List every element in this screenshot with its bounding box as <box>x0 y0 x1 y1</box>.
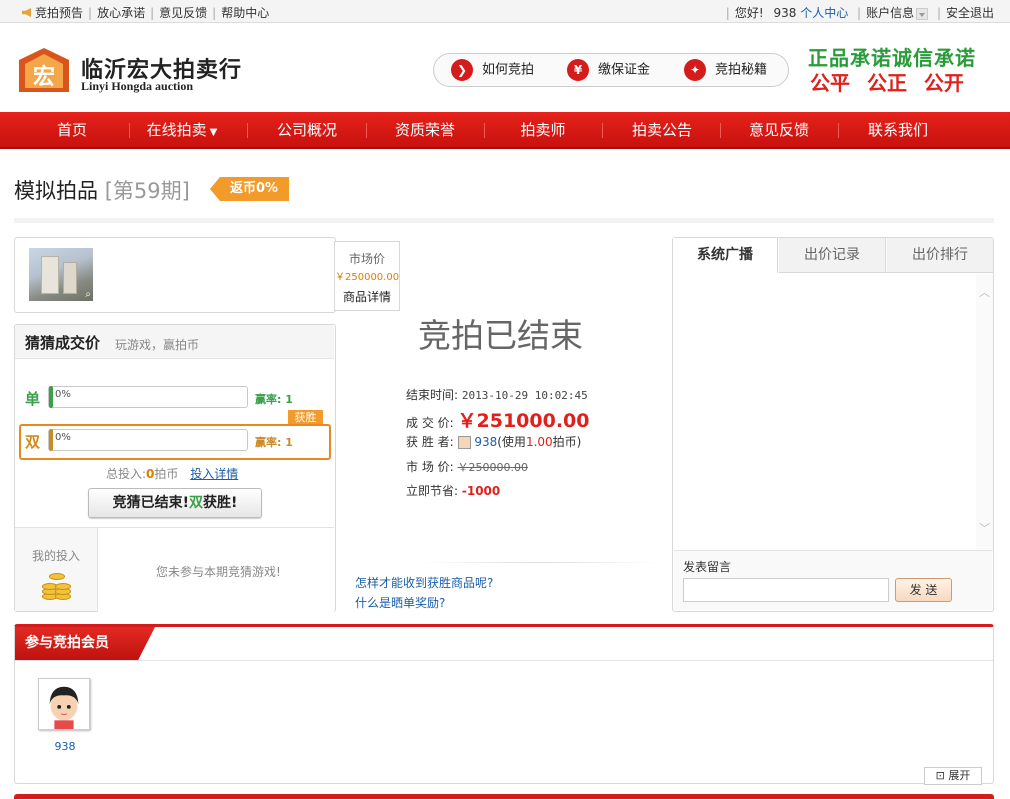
market-price-label: 市场价 <box>348 252 385 266</box>
double-rate: 赢率: 1 <box>255 436 293 449</box>
winner-avatar <box>457 436 471 449</box>
rebate-tag: 返币0% <box>210 177 289 201</box>
market-price-card: 市场价 ￥250000.00 商品详情 <box>334 241 400 311</box>
feedback-link[interactable]: 意见反馈 <box>159 6 207 20</box>
scrollbar[interactable]: ︿ ﹀ <box>976 274 993 550</box>
chevron-down-icon[interactable] <box>916 7 929 20</box>
logo-subtitle: Linyi Hongda auction <box>81 79 194 93</box>
arrow-right-icon: ❯ <box>451 59 473 81</box>
single-label: 单 <box>25 390 41 408</box>
winner-name[interactable]: 938 <box>474 435 497 449</box>
expand-icon: ⊡ <box>935 769 945 782</box>
deal-price-row: 成 交 价: ￥251000.00 <box>406 410 590 432</box>
members-panel: 参与竞拍会员 938 ⊡ 展开 <box>14 624 994 785</box>
winner-row: 获 胜 者: 938(使用1.00拍币) <box>406 435 582 449</box>
page-title: 模拟拍品 [第59期] <box>14 179 190 203</box>
total-invest: 总投入:0拍币 投入详情 <box>106 467 239 481</box>
nav-qualifications[interactable]: 资质荣誉 <box>383 112 467 149</box>
main-nav: 首页 在线拍卖 ▼ 公司概况 资质荣誉 拍卖师 拍卖公告 意见反馈 联系我们 <box>0 112 1010 149</box>
comment-label: 发表留言 <box>683 560 732 574</box>
guess-ended-button[interactable]: 竞猜已结束!双获胜! <box>88 488 262 518</box>
how-to-bid-link[interactable]: ❯ 如何竞拍 <box>451 59 534 81</box>
saving-value: -1000 <box>461 484 501 498</box>
panel-tabs: 系统广播 出价记录 出价排行 <box>673 238 993 273</box>
nav-company[interactable]: 公司概况 <box>265 112 349 149</box>
top-bar: 竞拍预告 | 放心承诺 | 意见反馈 | 帮助中心 | 您好! 938 个人中心 | 账户信息 … <box>0 0 1010 23</box>
account-info-menu[interactable]: 账户信息 <box>866 6 914 20</box>
win-badge: 获胜 <box>288 410 323 425</box>
end-time-row: 结束时间: 2013-10-29 10:02:45 <box>406 388 588 402</box>
personal-center-link[interactable]: 个人中心 <box>800 6 848 20</box>
market-price-struck: ￥250000.00 <box>457 461 529 474</box>
logo-mark-glyph: 宏 <box>33 64 55 90</box>
guess-subtitle: 玩游戏，赢拍币 <box>115 338 200 352</box>
my-invest-label: 我的投入 <box>32 549 81 563</box>
period-label: [第59期] <box>104 179 190 203</box>
faq-receive-link[interactable]: 怎样才能收到获胜商品呢? <box>355 574 493 591</box>
logo-mark-icon[interactable]: 宏 <box>15 46 73 94</box>
my-invest-section: 我的投入 您未参与本期竞猜游戏! <box>15 527 334 612</box>
tab-broadcast[interactable]: 系统广播 <box>673 238 778 273</box>
nav-online-auction[interactable]: 在线拍卖 ▼ <box>140 112 224 149</box>
slogan-line-2: 公平 公正 公开 <box>810 71 964 95</box>
comment-input[interactable] <box>683 578 889 602</box>
speaker-icon <box>22 8 31 17</box>
yuan-icon: ¥ <box>567 59 589 81</box>
single-progress-bar: 0% <box>48 386 248 408</box>
product-detail-button[interactable]: 商品详情 <box>335 288 399 305</box>
member-avatar-icon <box>39 679 89 729</box>
nav-announcements[interactable]: 拍卖公告 <box>620 112 704 149</box>
double-percent: 0% <box>55 432 71 443</box>
chevron-down-icon: ▼ <box>209 127 218 138</box>
username: 938 <box>773 6 797 20</box>
help-center-link[interactable]: 帮助中心 <box>221 6 269 20</box>
logout-link[interactable]: 安全退出 <box>946 6 994 20</box>
chevron-down-icon[interactable]: ﹀ <box>979 520 990 536</box>
market-price-row: 市 场 价: ￥250000.00 <box>406 460 529 474</box>
double-progress-bar: 0% <box>48 429 248 451</box>
auction-status: 竞拍已结束 <box>418 316 583 355</box>
double-label: 双 <box>25 433 41 451</box>
greeting: 您好! <box>734 6 764 20</box>
tab-bid-records[interactable]: 出价记录 <box>779 238 886 273</box>
bidding-tips-link[interactable]: ✦ 竞拍秘籍 <box>684 59 767 81</box>
not-joined-text: 您未参与本期竞猜游戏! <box>156 565 281 579</box>
product-thumbnail[interactable]: ⌕ <box>29 248 93 301</box>
invest-detail-link[interactable]: 投入详情 <box>190 467 238 481</box>
help-links-box: ❯ 如何竞拍 ¥ 缴保证金 ✦ 竞拍秘籍 <box>433 53 789 87</box>
key-icon: ✦ <box>684 59 706 81</box>
deposit-link[interactable]: ¥ 缴保证金 <box>567 59 650 81</box>
nav-contact[interactable]: 联系我们 <box>855 112 941 149</box>
nav-feedback[interactable]: 意见反馈 <box>737 112 821 149</box>
member-avatar[interactable] <box>38 678 90 730</box>
next-section-border <box>14 794 994 799</box>
promise-link[interactable]: 放心承诺 <box>97 6 145 20</box>
zoom-icon[interactable]: ⌕ <box>85 289 91 300</box>
single-rate: 赢率: 1 <box>255 393 293 406</box>
member-name[interactable]: 938 <box>45 740 85 753</box>
chevron-up-icon[interactable]: ︿ <box>979 284 990 300</box>
saving-row: 立即节省: -1000 <box>406 484 501 498</box>
deal-price: ￥251000.00 <box>457 410 590 432</box>
send-button[interactable]: 发 送 <box>895 578 952 602</box>
divider <box>420 562 660 563</box>
single-percent: 0% <box>55 389 71 400</box>
nav-home[interactable]: 首页 <box>36 112 108 149</box>
end-time: 2013-10-29 10:02:45 <box>461 389 588 402</box>
market-price-value: ￥250000.00 <box>335 272 400 283</box>
nav-auctioneer[interactable]: 拍卖师 <box>501 112 585 149</box>
coins-icon <box>40 569 72 603</box>
guess-title: 猜猜成交价 <box>25 334 101 352</box>
expand-button[interactable]: ⊡ 展开 <box>924 767 982 785</box>
faq-share-link[interactable]: 什么是晒单奖励? <box>355 594 445 611</box>
divider <box>14 218 994 223</box>
tab-bid-ranking[interactable]: 出价排行 <box>887 238 993 273</box>
auction-preview-link[interactable]: 竞拍预告 <box>35 6 83 20</box>
guess-header: 猜猜成交价 玩游戏，赢拍币 <box>15 325 334 359</box>
members-title: 参与竞拍会员 <box>15 627 155 660</box>
